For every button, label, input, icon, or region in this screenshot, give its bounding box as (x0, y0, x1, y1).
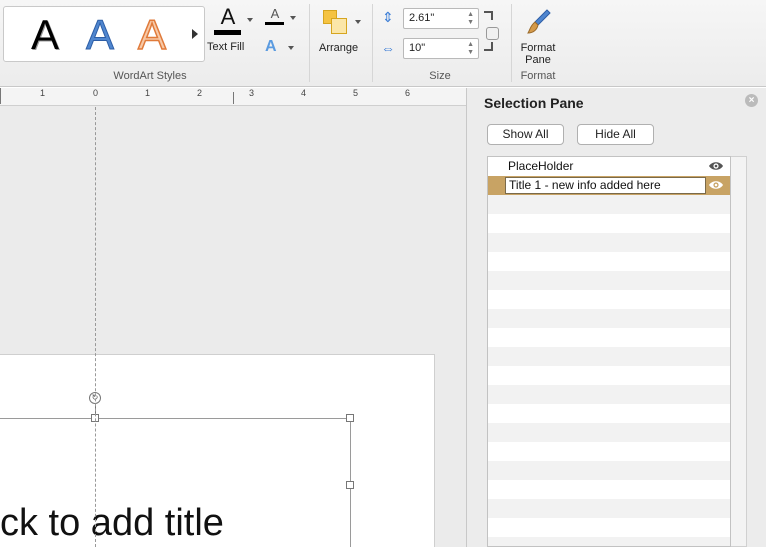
arrange-label: Arrange (319, 42, 359, 54)
eye-icon[interactable] (708, 179, 724, 191)
ruler-label: 2 (197, 88, 203, 98)
hide-all-button[interactable]: Hide All (577, 124, 654, 145)
ruler-label: 0 (93, 88, 99, 98)
wordart-style-orange-outline[interactable]: A (137, 10, 167, 60)
arrange-dropdown-icon[interactable] (355, 20, 361, 24)
object-list[interactable]: PlaceHolder Title 1 - new info added her… (487, 156, 731, 547)
text-outline-dropdown-icon[interactable] (290, 16, 296, 20)
ruler-label: 1 (40, 88, 46, 98)
list-item-label: PlaceHolder (508, 159, 574, 173)
close-icon[interactable]: × (745, 94, 758, 107)
title-placeholder-text[interactable]: ck to add title (0, 502, 224, 545)
wordart-style-black[interactable]: A (31, 10, 59, 60)
wordart-styles-group-label: WordArt Styles (113, 70, 187, 82)
ruler-label: 6 (405, 88, 411, 98)
wordart-styles-gallery[interactable]: A A A (3, 6, 205, 62)
aspect-lock-bracket-icon (484, 42, 493, 51)
vertical-guide-line (95, 107, 96, 547)
resize-handle-middle-right[interactable] (346, 481, 354, 489)
ruler-indent-marker[interactable] (233, 92, 234, 104)
shape-height-input[interactable]: 2.61" ▲ ▼ (403, 8, 479, 29)
text-outline-button[interactable]: A (265, 6, 285, 28)
text-fill-label: Text Fill (207, 41, 245, 53)
arrange-icon[interactable] (323, 10, 349, 36)
paintbrush-icon[interactable] (525, 8, 553, 36)
show-all-button[interactable]: Show All (487, 124, 564, 145)
text-fill-dropdown-icon[interactable] (247, 18, 253, 22)
horizontal-ruler[interactable]: 1 0 1 2 3 4 5 6 (0, 88, 466, 106)
format-group-label: Format (520, 70, 556, 82)
shape-width-input[interactable]: 10" ▲ ▼ (403, 38, 479, 59)
format-pane-label-line1: Format (520, 42, 556, 54)
format-pane-label-line2: Pane (525, 54, 551, 66)
rename-object-field[interactable]: Title 1 - new info added here (505, 177, 706, 194)
list-item-selected[interactable]: Title 1 - new info added here (488, 176, 730, 195)
ruler-label: 1 (145, 88, 151, 98)
text-effects-dropdown-icon[interactable] (288, 46, 294, 50)
list-item[interactable]: PlaceHolder (488, 157, 730, 176)
ruler-label: 3 (249, 88, 255, 98)
aspect-lock-bracket-icon (484, 11, 493, 20)
eye-icon[interactable] (708, 160, 724, 172)
ruler-label: 5 (353, 88, 359, 98)
shape-height-icon: ⇕ (382, 9, 394, 25)
ribbon: A A A WordArt Styles A Text Fill A A Arr… (0, 0, 766, 87)
ruler-label: 4 (301, 88, 307, 98)
wordart-style-blue[interactable]: A (85, 10, 114, 60)
gallery-expand-arrow-icon[interactable] (192, 29, 198, 39)
resize-handle-top-right[interactable] (346, 414, 354, 422)
width-stepper-icon[interactable]: ▲ ▼ (467, 41, 474, 57)
text-fill-icon: A (220, 4, 236, 29)
ruler-tick (0, 88, 1, 104)
height-stepper-icon[interactable]: ▲ ▼ (467, 11, 474, 27)
selection-pane-title: Selection Pane (484, 95, 584, 111)
object-list-scrollbar[interactable] (731, 156, 747, 547)
size-group-label: Size (429, 70, 451, 82)
shape-width-icon: ⇔ (381, 40, 395, 56)
selection-pane: Selection Pane × Show All Hide All Place… (466, 88, 766, 547)
ribbon-divider (372, 4, 373, 82)
format-pane-button[interactable]: Format Pane (514, 42, 562, 66)
text-outline-color-bar (265, 22, 284, 25)
text-outline-icon: A (270, 6, 280, 21)
text-fill-button[interactable]: A (214, 6, 242, 36)
ribbon-divider (309, 4, 310, 82)
text-fill-color-bar (214, 30, 241, 35)
lock-aspect-ratio-toggle[interactable] (486, 27, 499, 40)
slide-editing-area[interactable]: 1 0 1 2 3 4 5 6 ck to add title ↻ (0, 88, 466, 547)
text-effects-icon[interactable]: A (265, 38, 277, 56)
